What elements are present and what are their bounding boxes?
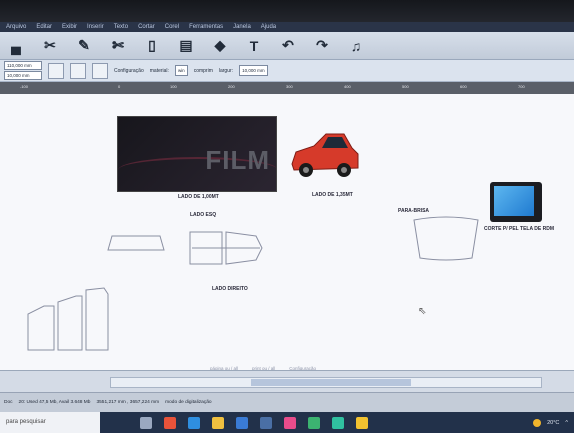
weather-temp[interactable]: 20°C (547, 420, 559, 426)
windows-taskbar: para pesquisar 20°C ^ (0, 412, 574, 433)
chrome-icon[interactable] (164, 416, 176, 429)
horizontal-ruler: -100 0 100 200 300 400 500 600 700 (0, 82, 574, 94)
largura-label: largur: (218, 67, 234, 74)
horizontal-scrollbar[interactable] (110, 377, 542, 388)
store-icon[interactable] (236, 416, 248, 429)
task-view-icon[interactable] (140, 416, 152, 429)
menu-item-editar[interactable]: Editar (36, 22, 52, 32)
lock-ratio-button[interactable] (48, 62, 64, 79)
cut-icon[interactable]: ✂ (40, 36, 60, 56)
door-panels-shape[interactable] (24, 284, 114, 354)
ruler-tick: 0 (118, 84, 121, 89)
rear-window-shape[interactable] (104, 232, 168, 254)
tray-chevron-icon[interactable]: ^ (565, 420, 568, 426)
menu-item-ferramentas[interactable]: Ferramentas (189, 22, 223, 32)
status-memory: 20: Used 47,5 Mb, Avail 3.648 Mb (18, 400, 91, 405)
menu-item-texto[interactable]: Texto (114, 22, 128, 32)
scissors-icon[interactable]: ✄ (108, 36, 128, 56)
comprimento-label: comprim (193, 67, 213, 74)
taskbar-apps (140, 416, 368, 429)
config-icon[interactable] (92, 62, 108, 79)
taskbar-search[interactable]: para pesquisar (0, 412, 100, 433)
ruler-tick: 600 (460, 84, 467, 89)
green-app-icon[interactable] (308, 416, 320, 429)
save-icon[interactable]: ▄ (6, 36, 26, 56)
ruler-tick: 500 (402, 84, 409, 89)
y-position-field[interactable]: 10,000 mm (4, 71, 42, 80)
lado-direito-label: LADO DIREITO (212, 286, 248, 292)
ruler-tick: 100 (170, 84, 177, 89)
drawing-canvas[interactable]: FILM LADO DE 1,00MT LADO ESQ LADO DE 1,3… (0, 94, 574, 371)
tablet-image[interactable] (490, 182, 542, 222)
lado-1-label: LADO DE 1,00MT (178, 194, 219, 200)
truck-image[interactable] (286, 124, 360, 186)
film-banner-image[interactable]: FILM (117, 116, 277, 192)
horizontal-scroll-area (0, 370, 574, 393)
menu-item-cortar[interactable]: Cortar (138, 22, 155, 32)
status-bar: Doc 20: Used 47,5 Mb, Avail 3.648 Mb 355… (0, 392, 574, 412)
tablet-screen (494, 186, 534, 216)
page-button[interactable] (70, 62, 86, 79)
ruler-tick: 200 (228, 84, 235, 89)
menu-item-ajuda[interactable]: Ajuda (261, 22, 276, 32)
app-screen: Arquivo Editar Exibir Inserir Texto Cort… (0, 0, 574, 433)
bell-icon[interactable]: ♫ (346, 36, 366, 56)
status-doc: Doc (4, 400, 13, 405)
menu-item-corel[interactable]: Corel (165, 22, 179, 32)
side-windows-shape[interactable] (186, 228, 266, 268)
windshield-shape[interactable] (410, 214, 482, 264)
mouse-cursor-icon: ⇖ (418, 306, 427, 317)
status-coords: 3551,217 mm , 3657,224 mm (96, 400, 160, 405)
truck-label: LADO DE 1,35MT (312, 192, 353, 198)
menu-bar: Arquivo Editar Exibir Inserir Texto Cort… (0, 22, 574, 32)
copy-icon[interactable]: ▤ (176, 36, 196, 56)
largura-field[interactable]: 10,000 mm (239, 65, 268, 76)
banner-text: FILM (205, 145, 270, 175)
file-explorer-icon[interactable] (212, 416, 224, 429)
main-toolbar: ▄ ✂ ✎ ✄ ▯ ▤ ◆ T ↶ ↷ ♫ (0, 32, 574, 60)
ruler-tick: 400 (344, 84, 351, 89)
tablet-label: CORTE P/ PEL TELA DE RDM (484, 226, 555, 232)
redo-icon[interactable]: ↷ (312, 36, 332, 56)
weather-icon[interactable] (533, 418, 542, 427)
mail-icon[interactable] (260, 416, 272, 429)
fill-icon[interactable]: ◆ (210, 36, 230, 56)
x-position-field[interactable]: 110,000 mm (4, 61, 42, 70)
material-select[interactable]: win (174, 65, 188, 76)
ruler-tick: 300 (286, 84, 293, 89)
ruler-tick: -100 (20, 84, 29, 89)
yellow-app-icon[interactable] (356, 416, 368, 429)
position-fields: 110,000 mm 10,000 mm (4, 61, 42, 80)
lado-esq-label: LADO ESQ (190, 212, 217, 218)
edge-icon[interactable] (188, 416, 200, 429)
scrollbar-thumb[interactable] (251, 379, 411, 386)
menu-item-inserir[interactable]: Inserir (87, 22, 104, 32)
status-mode: modo de digitalização (165, 400, 212, 405)
undo-icon[interactable]: ↶ (278, 36, 298, 56)
document-icon[interactable]: ▯ (142, 36, 162, 56)
ruler-tick: 700 (518, 84, 525, 89)
menu-item-arquivo[interactable]: Arquivo (6, 22, 26, 32)
configuracao-button[interactable]: Configuração (114, 68, 144, 74)
window-top-edge (0, 0, 574, 22)
corel-icon[interactable] (332, 416, 344, 429)
menu-item-janela[interactable]: Janela (233, 22, 251, 32)
system-tray: 20°C ^ (533, 418, 574, 427)
menu-item-exibir[interactable]: Exibir (62, 22, 77, 32)
pen-icon[interactable]: ✎ (74, 36, 94, 56)
property-bar: 110,000 mm 10,000 mm Configuração materi… (0, 60, 574, 82)
app-icon[interactable] (284, 416, 296, 429)
text-tool-icon[interactable]: T (244, 36, 264, 56)
material-label: material: (149, 67, 169, 74)
